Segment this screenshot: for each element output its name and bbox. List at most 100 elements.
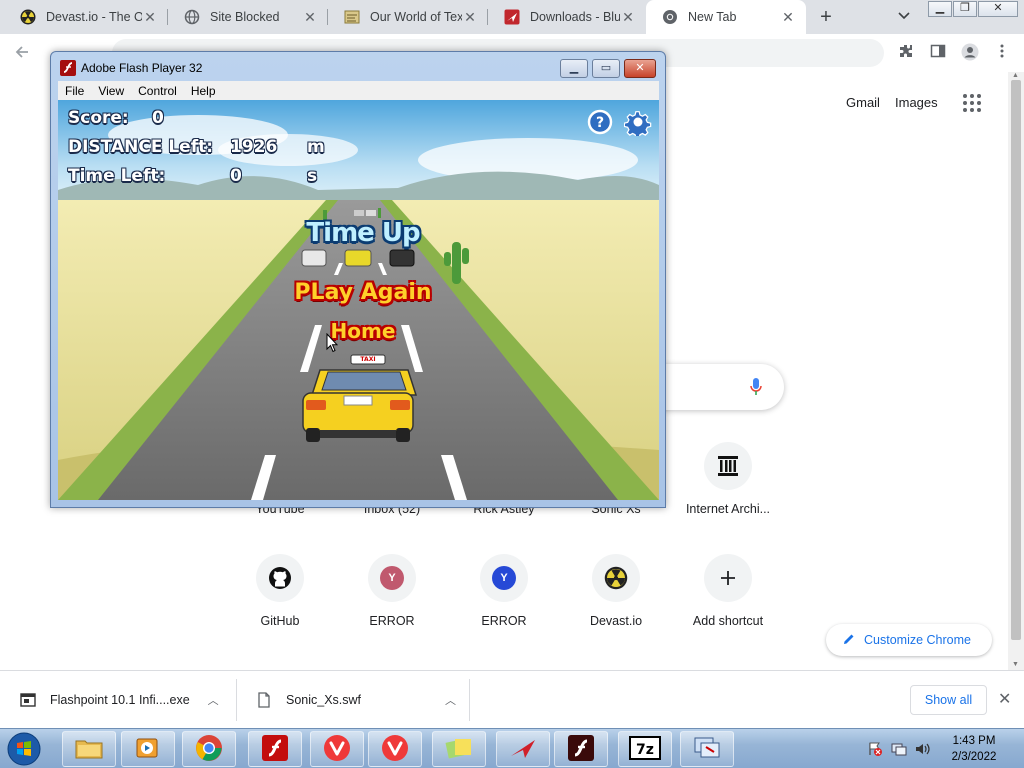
download-filename: Flashpoint 10.1 Infi....exe [50, 693, 190, 707]
new-tab-button[interactable]: + [815, 6, 837, 28]
download-filename: Sonic_Xs.swf [286, 693, 362, 707]
game-stage[interactable]: TAXI Score: 0 DISTANCE Left: 1926 m Time… [58, 100, 659, 500]
taskbar-vivaldi-2[interactable] [368, 731, 422, 767]
settings-gear-icon[interactable] [623, 108, 652, 139]
chevron-up-icon[interactable]: ︿ [445, 692, 456, 708]
menu-file[interactable]: File [58, 84, 91, 98]
menu-bar: File View Control Help [58, 81, 659, 100]
maximize-button[interactable]: ▭ [592, 59, 620, 78]
close-icon[interactable]: ✕ [998, 689, 1011, 709]
chrome-icon [195, 734, 223, 765]
folder-icon [75, 737, 103, 762]
taskbar-explorer[interactable] [62, 731, 116, 767]
pencil-icon [842, 632, 856, 649]
scroll-down-icon[interactable]: ▼ [1012, 661, 1019, 668]
media-player-icon [135, 736, 161, 763]
scrollbar-thumb[interactable] [1011, 80, 1021, 640]
microphone-icon[interactable] [750, 378, 762, 396]
play-again-button[interactable]: PLay Again [248, 280, 478, 305]
shortcut-label: GitHub [260, 614, 300, 628]
menu-help[interactable]: Help [184, 84, 223, 98]
taskbar-vivaldi-1[interactable] [310, 731, 364, 767]
home-button[interactable]: Home [298, 319, 428, 343]
divider [236, 679, 237, 721]
menu-kebab-icon[interactable] [992, 43, 1012, 63]
customize-chrome-button[interactable]: Customize Chrome [826, 624, 992, 656]
download-item-flashpoint[interactable]: Flashpoint 10.1 Infi....exe ︿ [20, 671, 219, 729]
tab-devast[interactable]: Devast.io - The Or ✕ [4, 0, 168, 34]
distance-label: DISTANCE Left: [68, 137, 214, 157]
taskbar-flash-2[interactable] [554, 731, 608, 767]
close-window-button[interactable]: ✕ [978, 1, 1018, 17]
tab-site-blocked[interactable]: Site Blocked ✕ [168, 0, 328, 34]
shortcut-devast[interactable]: Devast.io [560, 554, 672, 628]
minimize-button[interactable]: ▁ [560, 59, 588, 78]
radiation-icon [20, 9, 36, 25]
shortcut-add[interactable]: Add shortcut [672, 554, 784, 628]
help-icon[interactable]: ? [587, 109, 613, 138]
close-icon[interactable]: ✕ [142, 9, 158, 25]
shortcut-github[interactable]: GitHub [224, 554, 336, 628]
flag-warning-icon[interactable] [867, 741, 883, 757]
arrow-logo-icon [504, 9, 520, 25]
shortcut-error-1[interactable]: Y ERROR [336, 554, 448, 628]
distance-value: 1926 [230, 137, 278, 157]
tab-new-tab[interactable]: New Tab ✕ [646, 0, 806, 34]
file-icon [256, 692, 272, 708]
clock[interactable]: 1:43 PM 2/3/2022 [936, 733, 1012, 765]
taskbar-flash-1[interactable] [248, 731, 302, 767]
gmail-link[interactable]: Gmail [846, 95, 880, 110]
tab-owot[interactable]: Our World of Text ✕ [328, 0, 488, 34]
tab-downloads[interactable]: Downloads - Blue ✕ [488, 0, 646, 34]
letter-avatar: Y [492, 566, 516, 590]
shortcut-internet-archive[interactable]: Internet Archi... [672, 442, 784, 516]
tab-title: Site Blocked [210, 10, 280, 24]
shortcut-error-2[interactable]: Y ERROR [448, 554, 560, 628]
close-window-button[interactable]: ✕ [624, 59, 656, 78]
restore-button[interactable]: ❐ [953, 1, 977, 17]
tab-title: Our World of Text [370, 10, 462, 24]
notes-icon [444, 735, 474, 764]
close-icon[interactable]: ✕ [620, 9, 636, 25]
close-icon[interactable]: ✕ [302, 9, 318, 25]
network-tray-icon[interactable] [891, 741, 907, 757]
taskbar-7zip[interactable]: 7z [618, 731, 672, 767]
show-all-button[interactable]: Show all [910, 685, 987, 715]
clock-date: 2/3/2022 [951, 751, 997, 763]
download-item-sonic[interactable]: Sonic_Xs.swf ︿ [256, 671, 456, 729]
flash-player-window[interactable]: Adobe Flash Player 32 ▁ ▭ ✕ File View Co… [50, 51, 666, 508]
profile-avatar-icon[interactable] [960, 43, 980, 63]
extensions-icon[interactable] [896, 43, 916, 63]
letter-avatar: Y [380, 566, 404, 590]
back-icon[interactable] [12, 43, 32, 63]
flash-icon [567, 734, 595, 765]
close-icon[interactable]: ✕ [780, 9, 796, 25]
shortcut-circle: Y [480, 554, 528, 602]
minimize-button[interactable]: ▁ [928, 1, 952, 17]
taskbar-media-player[interactable] [121, 731, 175, 767]
taskbar-network-app[interactable] [680, 731, 734, 767]
taxi-sign: TAXI [360, 356, 376, 363]
scroll-up-icon[interactable]: ▲ [1012, 72, 1019, 79]
customize-label: Customize Chrome [864, 633, 971, 647]
shortcut-circle: Y [368, 554, 416, 602]
chevron-down-icon[interactable] [895, 8, 913, 26]
volume-icon[interactable] [914, 741, 930, 757]
tab-title: Devast.io - The Or [46, 10, 142, 24]
taskbar-chrome[interactable] [182, 731, 236, 767]
taskbar-sticky-notes[interactable] [432, 731, 486, 767]
close-icon[interactable]: ✕ [462, 9, 478, 25]
apps-grid-icon[interactable] [963, 94, 981, 112]
taskbar-app-arrow[interactable] [496, 731, 550, 767]
distance-unit: m [307, 137, 325, 157]
github-icon [256, 554, 304, 602]
chevron-up-icon[interactable]: ︿ [208, 692, 219, 708]
scrollbar[interactable]: ▲ ▼ [1008, 72, 1024, 670]
svg-text:?: ? [596, 115, 604, 131]
time-label: Time Left: [68, 166, 166, 186]
menu-control[interactable]: Control [131, 84, 184, 98]
side-panel-icon[interactable] [928, 43, 948, 63]
start-button[interactable] [4, 731, 44, 767]
menu-view[interactable]: View [91, 84, 131, 98]
images-link[interactable]: Images [895, 95, 938, 110]
